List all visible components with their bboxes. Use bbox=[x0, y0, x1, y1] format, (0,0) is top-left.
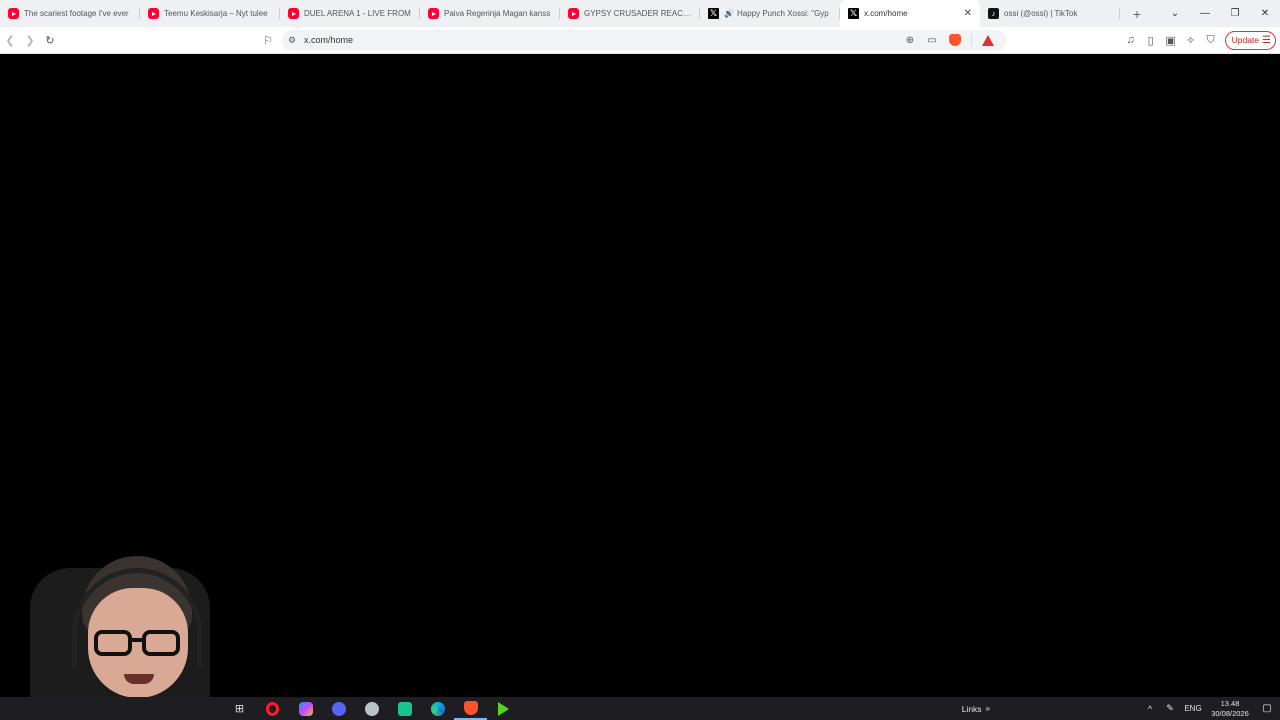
wallet-icon[interactable]: ▣ bbox=[1161, 30, 1181, 50]
taskbar-opera[interactable] bbox=[256, 697, 289, 720]
taskbar-media-player[interactable] bbox=[487, 697, 520, 720]
language-indicator[interactable]: ENG bbox=[1180, 704, 1206, 713]
taskbar: ⊞ Links» ^ ✎ ENG 13.48 30/08/2026 ▢ bbox=[0, 697, 1280, 720]
shield-app-icon bbox=[364, 701, 379, 716]
x-icon: 𝕏 bbox=[708, 8, 719, 19]
back-button[interactable]: ❮ bbox=[0, 30, 20, 50]
site-settings-icon[interactable]: ⚙ bbox=[288, 35, 304, 46]
tab-strip-spacer bbox=[1150, 0, 1160, 27]
leo-ai-icon[interactable]: ✧ bbox=[1181, 30, 1201, 50]
update-button[interactable]: Update ☰ bbox=[1224, 30, 1276, 50]
tab-3[interactable]: DUEL ARENA 1 - LIVE FROM bbox=[280, 0, 420, 27]
taskbar-brave[interactable] bbox=[454, 697, 487, 720]
music-icon[interactable]: ♫ bbox=[1121, 30, 1141, 50]
youtube-icon bbox=[148, 8, 159, 19]
youtube-icon bbox=[288, 8, 299, 19]
task-view-icon: ⊞ bbox=[234, 703, 245, 715]
tab-title: ossi (@ossi) | TikTok bbox=[1004, 9, 1078, 18]
chevron-double-right-icon: » bbox=[985, 703, 990, 713]
play-icon bbox=[498, 701, 509, 716]
tab-title: DUEL ARENA 1 - LIVE FROM bbox=[304, 9, 411, 18]
taskbar-discord[interactable] bbox=[322, 697, 355, 720]
right-lens bbox=[142, 630, 180, 656]
x-icon: 𝕏 bbox=[848, 8, 859, 19]
green-app-icon bbox=[397, 701, 412, 716]
pen-icon[interactable]: ✎ bbox=[1160, 703, 1180, 714]
update-label: Update bbox=[1231, 35, 1260, 45]
tab-8[interactable]: ♪ ossi (@ossi) | TikTok bbox=[980, 0, 1120, 27]
glasses bbox=[94, 630, 184, 656]
tab-2[interactable]: Teemu Keskisarja – Nyt tulee bbox=[140, 0, 280, 27]
speaker-icon[interactable]: 🔊 bbox=[724, 9, 734, 18]
reload-button[interactable]: ↻ bbox=[40, 30, 60, 50]
bookmark-icon[interactable]: ⚐ bbox=[258, 30, 278, 50]
brave-shields-icon[interactable] bbox=[949, 34, 961, 46]
close-window-button[interactable]: ✕ bbox=[1250, 0, 1280, 27]
tab-title: Paiva Regerinja Magan kanss bbox=[444, 9, 551, 18]
clock-time: 13.48 bbox=[1220, 698, 1240, 708]
taskbar-edge[interactable] bbox=[421, 697, 454, 720]
tab-6[interactable]: 𝕏 🔊 Happy Punch Xossi: "Gyp bbox=[700, 0, 840, 27]
tab-title: The scariest footage I've ever bbox=[24, 9, 129, 18]
sidebar-icon[interactable]: ▯ bbox=[1141, 30, 1161, 50]
copilot-icon bbox=[298, 701, 313, 716]
toolbar-right: ♫ ▯ ▣ ✧ ⛉ Update ☰ bbox=[1121, 30, 1280, 50]
brave-rewards-icon[interactable] bbox=[982, 34, 994, 46]
tab-title: x.com/home bbox=[864, 9, 908, 18]
tiktok-icon: ♪ bbox=[988, 8, 999, 19]
close-tab-icon[interactable]: ✕ bbox=[964, 8, 972, 19]
task-view-button[interactable]: ⊞ bbox=[223, 697, 256, 720]
tab-title: Happy Punch Xossi: "Gyp bbox=[736, 9, 829, 18]
youtube-icon bbox=[8, 8, 19, 19]
browser-toolbar: ❮ ❯ ↻ ⚐ ⚙ x.com/home ⊕ ▭ ♫ ▯ ▣ ✧ ⛉ Updat… bbox=[0, 27, 1280, 54]
tab-active[interactable]: 𝕏 x.com/home ✕ bbox=[840, 0, 980, 27]
youtube-icon bbox=[428, 8, 439, 19]
address-bar[interactable]: ⚙ x.com/home ⊕ ▭ bbox=[282, 29, 1006, 51]
webcam-overlay bbox=[20, 548, 235, 720]
discord-icon bbox=[331, 701, 346, 716]
system-tray: Links» ^ ✎ ENG 13.48 30/08/2026 ▢ bbox=[962, 697, 1280, 720]
forward-button[interactable]: ❯ bbox=[20, 30, 40, 50]
youtube-icon bbox=[568, 8, 579, 19]
tab-title: GYPSY CRUSADER REACTS TO bbox=[584, 9, 692, 18]
clock[interactable]: 13.48 30/08/2026 bbox=[1206, 699, 1254, 719]
new-tab-button[interactable]: + bbox=[1124, 0, 1150, 27]
links-toolbar[interactable]: Links» bbox=[962, 704, 990, 714]
links-label: Links bbox=[961, 703, 982, 714]
opera-icon bbox=[266, 701, 279, 716]
taskbar-copilot[interactable] bbox=[289, 697, 322, 720]
url-text[interactable]: x.com/home bbox=[304, 35, 899, 45]
notification-icon[interactable]: ▢ bbox=[1254, 703, 1280, 714]
screen: The scariest footage I've ever Teemu Kes… bbox=[0, 0, 1280, 720]
taskbar-green-app[interactable] bbox=[388, 697, 421, 720]
left-lens bbox=[94, 630, 132, 656]
separator bbox=[971, 33, 972, 47]
brave-icon bbox=[463, 700, 478, 715]
taskbar-shield-app[interactable] bbox=[355, 697, 388, 720]
tab-strip: The scariest footage I've ever Teemu Kes… bbox=[0, 0, 1280, 27]
cast-icon[interactable]: ▭ bbox=[921, 35, 943, 46]
chevron-up-icon[interactable]: ^ bbox=[1140, 704, 1160, 714]
vpn-shield-icon[interactable]: ⛉ bbox=[1201, 30, 1221, 50]
edge-icon bbox=[430, 701, 445, 716]
clock-date: 30/08/2026 bbox=[1211, 708, 1249, 718]
tab-search-icon[interactable]: ⌄ bbox=[1160, 0, 1190, 27]
tab-5[interactable]: GYPSY CRUSADER REACTS TO bbox=[560, 0, 700, 27]
zoom-icon[interactable]: ⊕ bbox=[899, 35, 921, 46]
tab-1[interactable]: The scariest footage I've ever bbox=[0, 0, 140, 27]
tab-title: Teemu Keskisarja – Nyt tulee bbox=[164, 9, 268, 18]
minimize-button[interactable]: — bbox=[1190, 0, 1220, 27]
hamburger-menu-icon: ☰ bbox=[1262, 34, 1271, 46]
restore-button[interactable]: ❐ bbox=[1220, 0, 1250, 27]
tab-4[interactable]: Paiva Regerinja Magan kanss bbox=[420, 0, 560, 27]
